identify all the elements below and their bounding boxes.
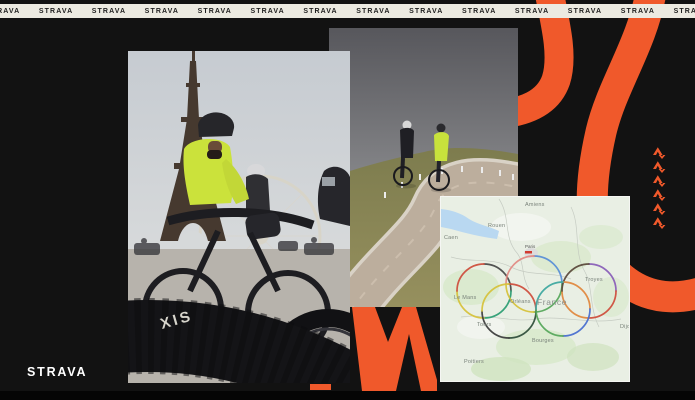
banner-brand-text: STRAVA: [409, 8, 443, 15]
map-city-label: Le Mans: [454, 295, 477, 301]
photo-eiffel-cyclist: RACING XIS: [128, 51, 350, 383]
strava-chevron-icon: [652, 188, 667, 201]
map-city-label: Tours: [477, 322, 491, 328]
banner-brand-text: STRAVA: [39, 8, 73, 15]
map-city-label: Troyes: [585, 277, 603, 283]
map-city-label: Amiens: [525, 202, 545, 208]
bottom-strip: [0, 391, 695, 400]
map-city-label: Caen: [444, 235, 458, 241]
map-country-label: France: [537, 297, 567, 307]
zigzag-shape: [352, 307, 437, 391]
map-city-label: Rouen: [488, 223, 505, 229]
banner-brand-text: STRAVA: [515, 8, 549, 15]
banner-brand-text: STRAVA: [303, 8, 337, 15]
banner-brand-text: STRAVA: [198, 8, 232, 15]
banner-brand-text: STRAVA: [568, 8, 602, 15]
france-route-map: Paris France Amiens Rouen Caen Troyes Le Man…: [440, 196, 630, 382]
banner-brand-text: STRAVA: [356, 8, 390, 15]
banner-brand-text: STRAVA: [621, 8, 655, 15]
chevron-column: [652, 146, 667, 229]
banner-brand-text: STRAVA: [462, 8, 496, 15]
map-city-label: Poitiers: [464, 359, 484, 365]
map-city-label: Dijon: [620, 324, 630, 330]
strava-chevron-icon: [652, 216, 667, 229]
banner-brand-text: STRAVA: [92, 8, 126, 15]
banner-strip: STRAVA STRAVA STRAVA STRAVA STRAVA STRAVA STRA…: [0, 4, 695, 18]
banner-brand-text: STRAVA: [0, 8, 20, 15]
strava-hero-page: STRAVA STRAVA STRAVA STRAVA STRAVA STRAVA STRA…: [0, 0, 695, 400]
banner-brand-text: STRAVA: [145, 8, 179, 15]
banner-brand-text: STRAVA: [250, 8, 284, 15]
strava-chevron-icon: [652, 202, 667, 215]
map-city-label: Bourges: [532, 338, 554, 344]
strava-chevron-icon: [652, 146, 667, 159]
map-city-label: Orléans: [510, 299, 531, 305]
strava-chevron-icon: [652, 160, 667, 173]
banner-brand-text: STRAVA: [674, 8, 695, 15]
map-city-labels: Paris France Amiens Rouen Caen Troyes Le Man…: [441, 197, 629, 381]
strava-logo: STRAVA: [27, 365, 87, 379]
map-paris-label: Paris: [525, 244, 535, 249]
camera-operator: [318, 167, 350, 226]
strava-chevron-icon: [652, 174, 667, 187]
orange-bar: [310, 384, 331, 390]
